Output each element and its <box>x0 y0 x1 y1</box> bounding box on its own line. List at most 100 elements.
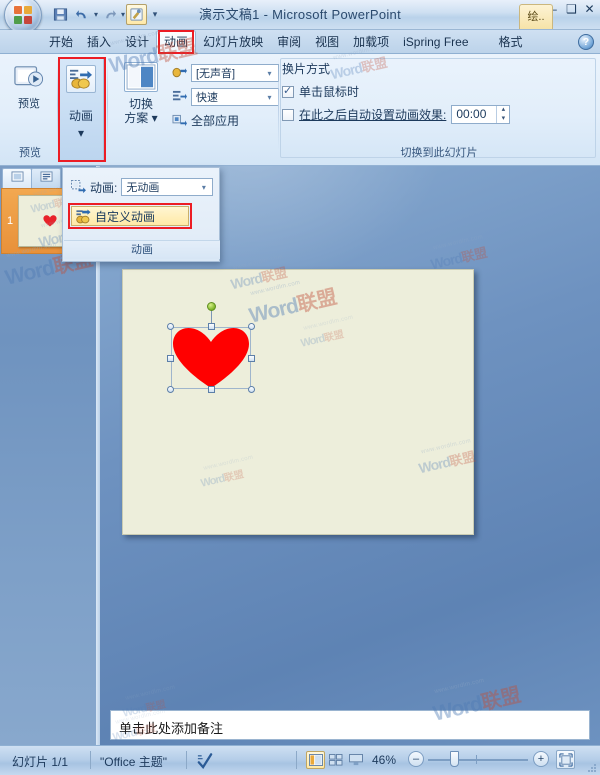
chevron-down-icon[interactable]: ▾ <box>152 111 158 125</box>
transition-speed-combo[interactable]: 快速 ▾ <box>191 88 279 106</box>
transition-sound-value: [无声音] <box>196 68 236 80</box>
rotation-handle[interactable] <box>207 302 216 311</box>
slide-canvas[interactable] <box>122 269 474 535</box>
office-orb-button[interactable] <box>4 0 42 34</box>
slide-indicator: 幻灯片 1/1 <box>12 755 69 769</box>
stepper-down-icon[interactable]: ▾ <box>497 115 509 124</box>
tab-slideshow[interactable]: 幻灯片放映 <box>196 32 270 54</box>
tab-addins[interactable]: 加载项 <box>346 32 396 54</box>
ribbon-group-transition: 切换 方案 ▾ [无声音] ▾ 快速 ▾ 全部应用 <box>110 56 279 162</box>
tab-format[interactable]: 格式 <box>492 32 530 54</box>
tab-design[interactable]: 设计 <box>118 32 156 54</box>
chevron-down-icon[interactable]: ▾ <box>263 69 276 78</box>
animate-button-label: 动画 <box>68 109 93 123</box>
contextual-tab-drawing-tools[interactable]: 绘.. <box>519 4 553 29</box>
on-mouse-click-checkbox-row[interactable]: 单击鼠标时 <box>282 83 582 100</box>
redo-dropdown-arrow[interactable]: ▾ <box>121 10 125 19</box>
zoom-in-button[interactable]: + <box>533 751 549 767</box>
chevron-down-icon[interactable]: ▾ <box>263 93 276 102</box>
auto-advance-time-value: 00:00 <box>456 107 487 121</box>
custom-tool-icon[interactable] <box>126 4 148 25</box>
view-normal-icon[interactable] <box>306 751 325 769</box>
group-separator-2 <box>107 58 108 150</box>
status-separator-1 <box>90 751 91 769</box>
sound-icon <box>172 66 187 81</box>
tab-outline-view[interactable] <box>31 168 61 188</box>
view-slideshow-icon[interactable] <box>346 751 365 769</box>
apply-to-all-button[interactable]: 全部应用 <box>172 112 239 129</box>
theme-name[interactable]: "Office 主题" <box>100 753 167 770</box>
zoom-slider-thumb[interactable] <box>450 751 459 767</box>
slide-thumbnail-number: 1 <box>6 215 14 227</box>
animation-dropdown-panel: 动画: 无动画 ▾ 自定义动画 动画 <box>62 167 220 262</box>
resize-handle-bottom-right[interactable] <box>248 386 255 393</box>
view-slide-sorter-icon[interactable] <box>326 751 345 769</box>
tab-slides-thumbnails[interactable] <box>2 168 32 188</box>
zoom-slider[interactable] <box>428 751 528 767</box>
resize-handle-bottom-left[interactable] <box>167 386 174 393</box>
auto-advance-checkbox[interactable] <box>282 108 294 121</box>
tab-insert[interactable]: 插入 <box>80 32 118 54</box>
resize-handle-middle-right[interactable] <box>248 355 255 362</box>
resize-grip-icon[interactable] <box>587 762 597 772</box>
animate-dropdown-button[interactable]: 动画 ▾ <box>58 58 104 162</box>
ribbon-group-animate: 动画 ▾ <box>58 56 106 162</box>
resize-handle-middle-left[interactable] <box>167 355 174 362</box>
notes-pane[interactable]: 单击此处添加备注 <box>110 710 590 740</box>
heart-shape-icon <box>43 215 57 227</box>
resize-handle-top-right[interactable] <box>248 323 255 330</box>
transition-speed-row: 快速 ▾ <box>172 88 279 106</box>
on-mouse-click-label: 单击鼠标时 <box>299 85 360 99</box>
transition-scheme-label-line2: 方案 <box>124 111 149 125</box>
fit-slide-icon[interactable] <box>556 750 575 769</box>
zoom-out-button[interactable]: – <box>408 751 424 767</box>
tab-review[interactable]: 审阅 <box>270 32 308 54</box>
quick-access-toolbar: ▾ ▾ ▾ <box>50 3 162 26</box>
maximize-button[interactable]: ❑ <box>565 2 578 16</box>
spellcheck-icon[interactable] <box>196 752 213 772</box>
stepper-up-icon[interactable]: ▴ <box>497 106 509 115</box>
preview-button-label: 预览 <box>18 98 40 110</box>
undo-icon[interactable] <box>72 4 93 25</box>
zoom-level: 46% <box>372 753 397 767</box>
undo-dropdown-arrow[interactable]: ▾ <box>94 10 98 19</box>
resize-handle-bottom-center[interactable] <box>208 386 215 393</box>
close-button[interactable]: ✕ <box>583 2 596 16</box>
save-icon[interactable] <box>50 4 71 25</box>
ribbon-group-advance-slide: 换片方式 单击鼠标时 在此之后自动设置动画效果: 00:00 ▴ ▾ 切换到此幻… <box>280 56 598 162</box>
speed-icon <box>172 90 187 105</box>
status-bar: 幻灯片 1/1 "Office 主题" 46% – + <box>0 745 600 775</box>
on-mouse-click-checkbox[interactable] <box>282 84 294 98</box>
customize-qat-icon[interactable]: ▾ <box>148 9 162 20</box>
status-separator-2 <box>186 751 187 769</box>
preview-button[interactable]: 预览 <box>2 60 56 134</box>
auto-advance-time-stepper[interactable]: 00:00 ▴ ▾ <box>451 105 511 124</box>
tab-home[interactable]: 开始 <box>42 32 80 54</box>
transition-sound-combo[interactable]: [无声音] ▾ <box>191 64 279 82</box>
ribbon-group-label-preview: 预览 <box>19 147 41 159</box>
ribbon-group-label-advance: 切换到此幻灯片 <box>400 147 478 159</box>
apply-all-icon <box>172 113 187 128</box>
custom-animation-icon <box>76 208 91 224</box>
advance-group-title: 换片方式 <box>282 62 331 76</box>
tab-view[interactable]: 视图 <box>308 32 346 54</box>
custom-animation-menu-item[interactable]: 自定义动画 <box>71 206 189 226</box>
chevron-down-icon[interactable]: ▾ <box>78 126 84 140</box>
chevron-down-icon[interactable]: ▾ <box>197 183 210 192</box>
window-controls: – ❑ ✕ <box>547 2 596 16</box>
ribbon-tab-row: 开始 插入 设计 动画 幻灯片放映 审阅 视图 加载项 iSpring Free… <box>0 30 600 54</box>
resize-handle-top-left[interactable] <box>167 323 174 330</box>
help-icon[interactable]: ? <box>578 34 594 50</box>
redo-icon[interactable] <box>99 4 120 25</box>
auto-advance-label: 在此之后自动设置动画效果: <box>299 108 447 122</box>
tab-animations[interactable]: 动画 <box>156 30 197 54</box>
title-bar: 演示文稿1 - Microsoft PowerPoint ▾ ▾ ▾ – ❑ ✕ <box>0 0 600 34</box>
resize-handle-top-center[interactable] <box>208 323 215 330</box>
preview-play-icon <box>14 66 44 87</box>
heart-shape-object[interactable] <box>167 302 255 393</box>
transition-scheme-button[interactable]: 切换 方案 ▾ <box>116 62 166 138</box>
tab-ispring-free[interactable]: iSpring Free <box>396 32 475 54</box>
auto-advance-row[interactable]: 在此之后自动设置动画效果: 00:00 ▴ ▾ <box>282 105 582 124</box>
animation-value-combo[interactable]: 无动画 ▾ <box>121 178 214 196</box>
animation-icon <box>66 65 96 93</box>
